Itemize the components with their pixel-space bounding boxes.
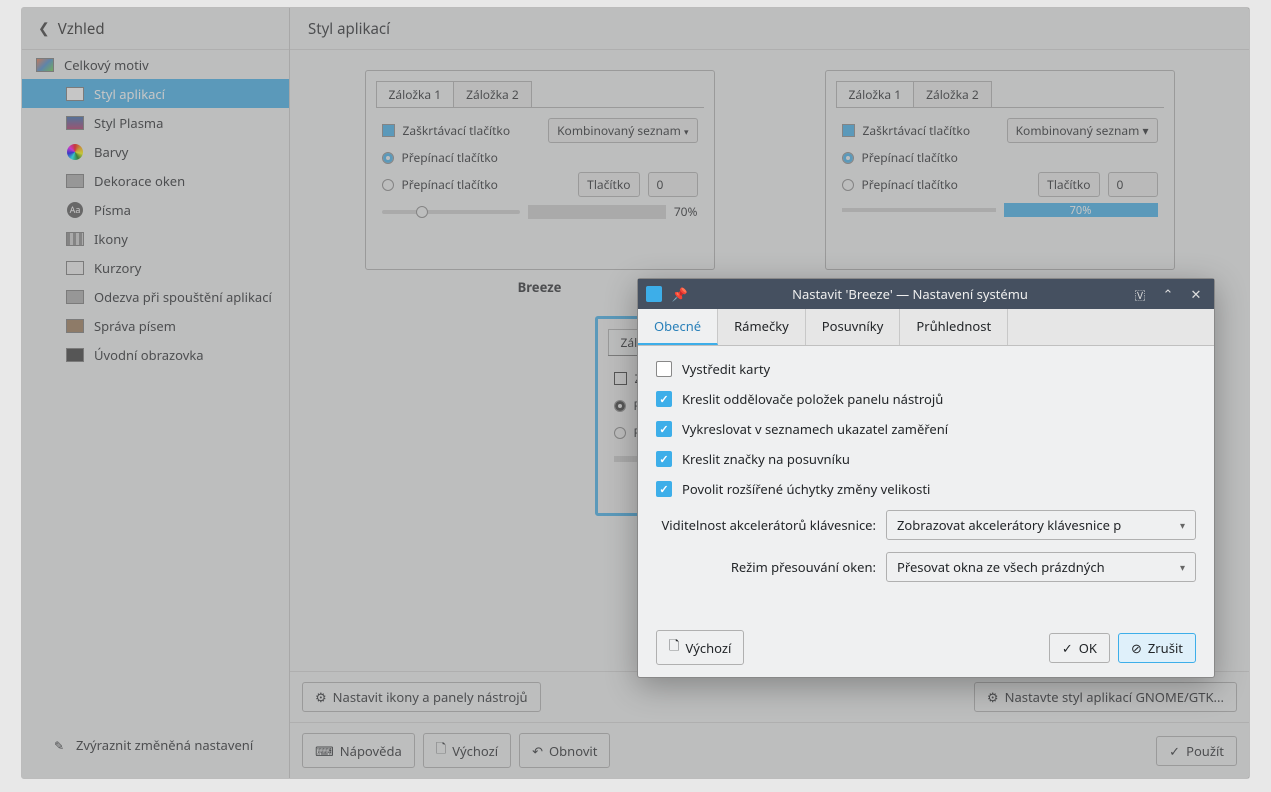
tab-pruhlednost[interactable]: Průhlednost: [900, 309, 1008, 345]
maximize-button[interactable]: ⌃: [1158, 284, 1178, 304]
configure-breeze-dialog: 📌 Nastavit 'Breeze' — Nastavení systému …: [637, 278, 1215, 678]
option-toolbar-separators[interactable]: Kreslit oddělovače položek panelu nástro…: [656, 390, 1196, 408]
tab-posuvniky[interactable]: Posuvníky: [806, 309, 901, 345]
check-icon: ✓: [1062, 639, 1073, 657]
accelerator-label: Viditelnost akcelerátorů klávesnice:: [656, 516, 876, 534]
chevron-down-icon: ▾: [1180, 518, 1185, 532]
dialog-ok-button[interactable]: ✓OK: [1049, 633, 1110, 663]
pin-icon[interactable]: 📌: [670, 284, 690, 304]
minimize-button[interactable]: 🇻: [1130, 284, 1150, 304]
chevron-down-icon: ▾: [1180, 560, 1185, 574]
dialog-title: Nastavit 'Breeze' — Nastavení systému: [698, 285, 1122, 303]
window-drag-label: Režim přesouvání oken:: [656, 558, 876, 576]
dialog-cancel-button[interactable]: ⊘Zrušit: [1118, 633, 1196, 663]
tab-ramecky[interactable]: Rámečky: [718, 309, 806, 345]
option-resize-grips[interactable]: Povolit rozšířené úchytky změny velikost…: [656, 480, 1196, 498]
defaults-icon: 🗋: [669, 636, 679, 659]
option-focus-indicator[interactable]: Vykreslovat v seznamech ukazatel zaměřen…: [656, 420, 1196, 438]
tab-obecne[interactable]: Obecné: [638, 309, 718, 345]
dialog-defaults-button[interactable]: 🗋Výchozí: [656, 630, 744, 665]
close-button[interactable]: ✕: [1186, 284, 1206, 304]
window-drag-select[interactable]: Přesovat okna ze všech prázdných▾: [886, 552, 1196, 582]
accelerator-select[interactable]: Zobrazovat akcelerátory klávesnice p▾: [886, 510, 1196, 540]
app-icon: [646, 286, 662, 302]
option-slider-ticks[interactable]: Kreslit značky na posuvníku: [656, 450, 1196, 468]
cancel-icon: ⊘: [1131, 639, 1142, 657]
option-center-tabs[interactable]: Vystředit karty: [656, 360, 1196, 378]
